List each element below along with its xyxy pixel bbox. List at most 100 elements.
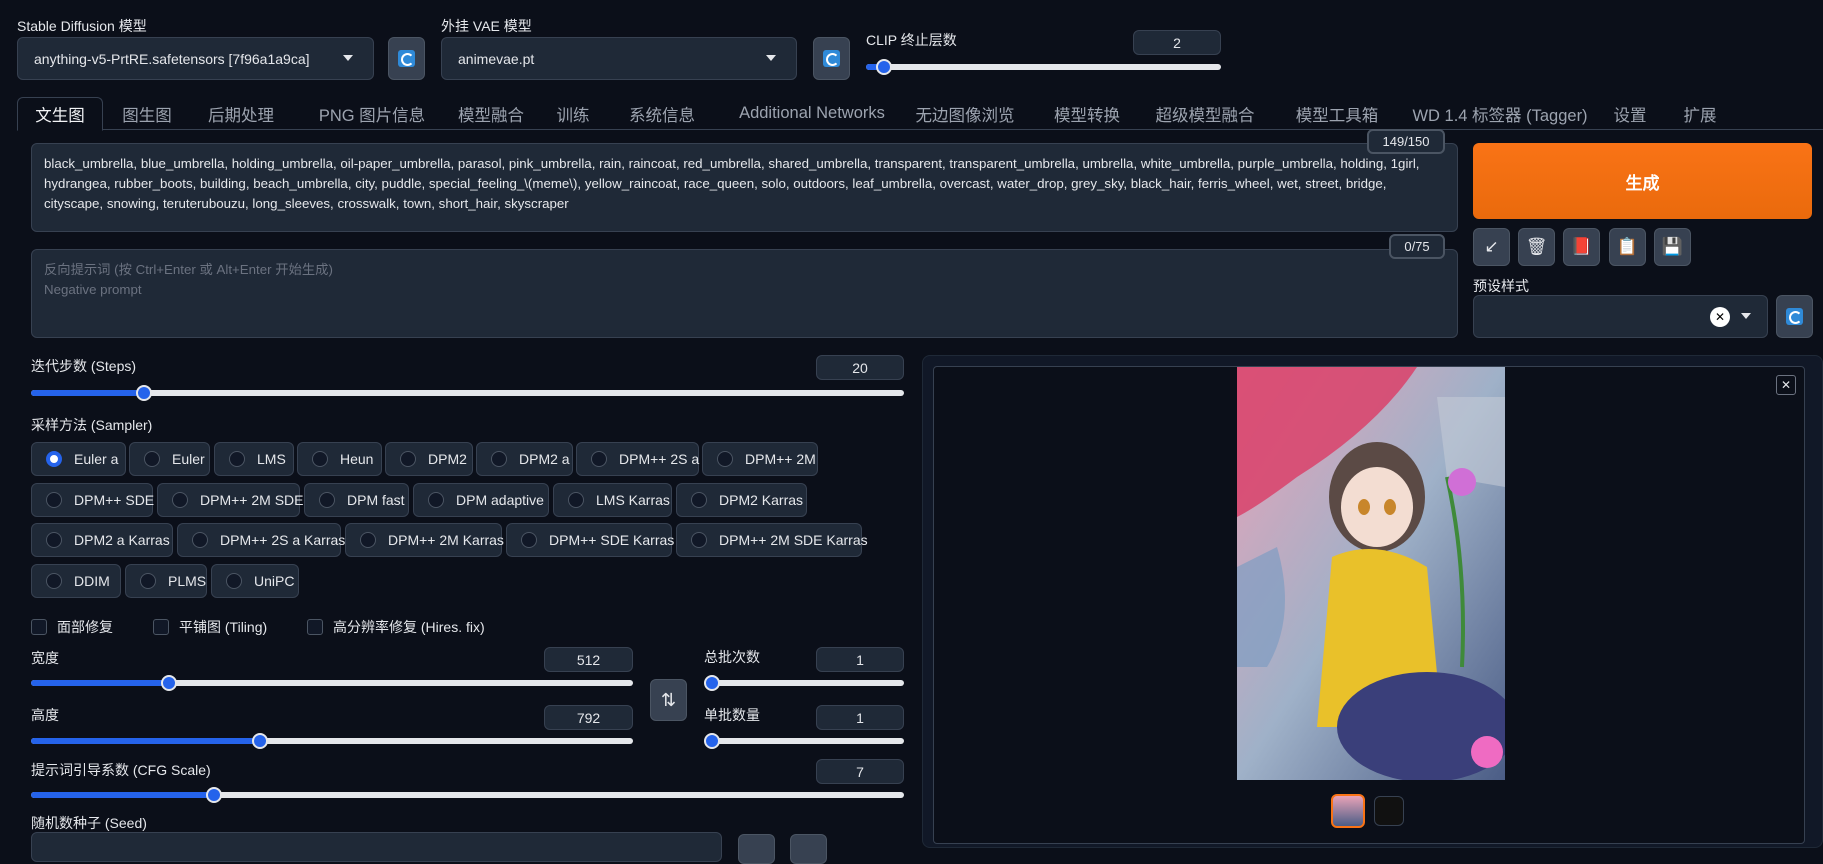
slider-knob[interactable] (704, 675, 720, 691)
negative-token-counter: 0/75 (1389, 234, 1445, 259)
width-slider[interactable] (31, 675, 633, 691)
tab-tagger[interactable]: WD 1.4 标签器 (Tagger) (1410, 97, 1590, 130)
vae-select[interactable]: animevae.pt (441, 37, 797, 80)
slider-knob[interactable] (206, 787, 223, 803)
prompt-text: black_umbrella, blue_umbrella, holding_u… (44, 156, 1420, 211)
tab-extras[interactable]: 后期处理 (201, 97, 281, 130)
tab-super-merger[interactable]: 超级模型融合 (1150, 97, 1260, 130)
sampler-option[interactable]: LMS Karras (553, 483, 672, 517)
seed-input[interactable] (31, 832, 722, 862)
refresh-icon (823, 50, 840, 67)
sampler-option[interactable]: DPM fast (304, 483, 409, 517)
sampler-option[interactable]: DPM2 a Karras (31, 523, 173, 557)
tab-extensions[interactable]: 扩展 (1680, 97, 1720, 130)
slider-knob[interactable] (875, 59, 892, 75)
tab-settings[interactable]: 设置 (1610, 97, 1650, 130)
batch-count-label: 总批次数 (704, 649, 760, 665)
prompt-textarea[interactable]: black_umbrella, blue_umbrella, holding_u… (31, 143, 1458, 232)
tab-model-converter[interactable]: 模型转换 (1047, 97, 1127, 130)
save-style-icon[interactable]: 💾 (1654, 228, 1691, 266)
clip-number-input[interactable]: 2 (1133, 30, 1221, 55)
slider-knob[interactable] (136, 385, 153, 401)
cfg-number-input[interactable]: 7 (816, 759, 904, 784)
sampler-option[interactable]: LMS (214, 442, 294, 476)
tab-txt2img[interactable]: 文生图 (17, 97, 103, 131)
styles-select[interactable]: ✕ (1473, 295, 1768, 338)
clip-slider[interactable] (866, 59, 1221, 75)
sampler-option[interactable]: UniPC (211, 564, 299, 598)
random-seed-button[interactable] (738, 834, 775, 864)
model-label: Stable Diffusion 模型 (17, 18, 147, 34)
generate-button[interactable]: 生成 (1473, 143, 1812, 219)
tab-model-toolkit[interactable]: 模型工具箱 (1287, 97, 1387, 130)
output-gallery: ✕ (922, 355, 1823, 848)
sampler-option-euler-a[interactable]: Euler a (31, 442, 126, 476)
swap-icon: ⇅ (660, 689, 677, 710)
tab-checkpoint-merger[interactable]: 模型融合 (451, 97, 531, 130)
batch-size-slider[interactable] (704, 733, 904, 749)
batch-count-slider[interactable] (704, 675, 904, 691)
batch-size-label: 单批数量 (704, 707, 760, 723)
sampler-option[interactable]: Euler (129, 442, 210, 476)
sampler-option[interactable]: DPM++ 2M Karras (345, 523, 504, 557)
sampler-option[interactable]: DPM2 a (476, 442, 573, 476)
gallery-thumbnail-2[interactable] (1374, 796, 1404, 826)
sampler-option[interactable]: DPM++ 2M SDE (157, 483, 303, 517)
vae-label: 外挂 VAE 模型 (441, 18, 532, 34)
sampler-option[interactable]: DPM++ SDE (31, 483, 154, 517)
refresh-model-button[interactable] (388, 37, 425, 80)
steps-number-input[interactable]: 20 (816, 355, 904, 380)
steps-slider[interactable] (31, 385, 904, 401)
height-label: 高度 (31, 707, 59, 723)
sampler-option[interactable]: DDIM (31, 564, 121, 598)
tiling-checkbox[interactable]: 平铺图 (Tiling) (153, 617, 267, 637)
width-number-input[interactable]: 512 (544, 647, 633, 672)
slider-knob[interactable] (704, 733, 720, 749)
sampler-option[interactable]: DPM adaptive (413, 483, 549, 517)
slider-knob[interactable] (161, 675, 178, 691)
sampler-option[interactable]: DPM++ 2S a Karras (177, 523, 345, 557)
clear-icon[interactable]: ✕ (1710, 307, 1730, 327)
batch-size-number-input[interactable]: 1 (816, 705, 904, 730)
sampler-option[interactable]: DPM++ 2S a (576, 442, 699, 476)
tab-system-info[interactable]: 系统信息 (622, 97, 702, 130)
tab-png-info[interactable]: PNG 图片信息 (312, 97, 432, 130)
height-slider[interactable] (31, 733, 633, 749)
generated-image[interactable] (1237, 367, 1505, 780)
gallery-thumbnail-1[interactable] (1331, 794, 1365, 828)
negative-prompt-textarea[interactable]: 反向提示词 (按 Ctrl+Enter 或 Alt+Enter 开始生成) Ne… (31, 249, 1458, 338)
tab-image-browser[interactable]: 无边图像浏览 (910, 97, 1020, 130)
tab-img2img[interactable]: 图生图 (117, 97, 177, 130)
sampler-option[interactable]: DPM++ 2M (702, 442, 818, 476)
extra-networks-icon[interactable]: 📕 (1563, 228, 1600, 266)
clipboard-icon[interactable]: 📋 (1609, 228, 1646, 266)
chevron-down-icon (1741, 313, 1751, 319)
batch-count-number-input[interactable]: 1 (816, 647, 904, 672)
cfg-slider[interactable] (31, 787, 904, 803)
trash-icon[interactable]: 🗑 (1518, 228, 1555, 266)
refresh-styles-button[interactable] (1776, 295, 1813, 338)
sampler-option[interactable]: Heun (297, 442, 382, 476)
clip-label: CLIP 终止层数 (866, 32, 957, 48)
close-icon[interactable]: ✕ (1776, 375, 1796, 395)
tab-train[interactable]: 训练 (553, 97, 593, 130)
sampler-option[interactable]: DPM++ SDE Karras (506, 523, 674, 557)
reuse-seed-button[interactable] (790, 834, 827, 864)
model-select[interactable]: anything-v5-PrtRE.safetensors [7f96a1a9c… (17, 37, 374, 80)
paste-arrow-icon[interactable]: ↙ (1473, 228, 1510, 266)
vae-select-value: animevae.pt (458, 50, 535, 67)
negative-placeholder-1: 反向提示词 (按 Ctrl+Enter 或 Alt+Enter 开始生成) (44, 262, 333, 277)
sampler-option[interactable]: DPM2 (385, 442, 473, 476)
sampler-option[interactable]: DPM2 Karras (676, 483, 807, 517)
swap-dimensions-button[interactable]: ⇅ (650, 679, 687, 721)
sampler-option[interactable]: DPM++ 2M SDE Karras (676, 523, 868, 557)
tab-additional-networks[interactable]: Additional Networks (727, 97, 897, 130)
height-number-input[interactable]: 792 (544, 705, 633, 730)
refresh-vae-button[interactable] (813, 37, 850, 80)
model-select-value: anything-v5-PrtRE.safetensors [7f96a1a9c… (34, 50, 310, 67)
seed-label: 随机数种子 (Seed) (31, 815, 147, 831)
restore-faces-checkbox[interactable]: 面部修复 (31, 617, 113, 637)
slider-knob[interactable] (251, 733, 268, 749)
hires-fix-checkbox[interactable]: 高分辨率修复 (Hires. fix) (307, 617, 485, 637)
sampler-option[interactable]: PLMS (125, 564, 207, 598)
